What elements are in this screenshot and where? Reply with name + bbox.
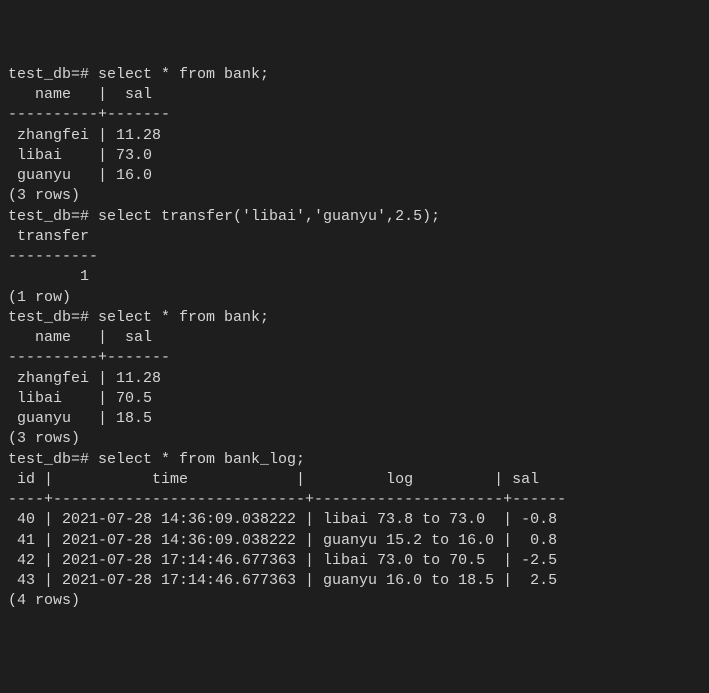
output-line: guanyu | 18.5	[8, 409, 701, 429]
separator-line: ----------	[8, 247, 701, 267]
prompt-line: test_db=# select transfer('libai','guany…	[8, 207, 701, 227]
output-line: 41 | 2021-07-28 14:36:09.038222 | guanyu…	[8, 531, 701, 551]
prompt-line: test_db=# select * from bank_log;	[8, 450, 701, 470]
output-line: 40 | 2021-07-28 14:36:09.038222 | libai …	[8, 510, 701, 530]
separator-line: ----+----------------------------+------…	[8, 490, 701, 510]
row-count-line: (4 rows)	[8, 591, 701, 611]
row-count-line: (1 row)	[8, 288, 701, 308]
output-line: 1	[8, 267, 701, 287]
output-line: guanyu | 16.0	[8, 166, 701, 186]
row-count-line: (3 rows)	[8, 429, 701, 449]
output-line: libai | 73.0	[8, 146, 701, 166]
output-line: id | time | log | sal	[8, 470, 701, 490]
output-line: zhangfei | 11.28	[8, 369, 701, 389]
output-line: zhangfei | 11.28	[8, 126, 701, 146]
separator-line: ----------+-------	[8, 348, 701, 368]
prompt-line: test_db=# select * from bank;	[8, 65, 701, 85]
output-line: 43 | 2021-07-28 17:14:46.677363 | guanyu…	[8, 571, 701, 591]
output-line: name | sal	[8, 85, 701, 105]
row-count-line: (3 rows)	[8, 186, 701, 206]
prompt-line: test_db=# select * from bank;	[8, 308, 701, 328]
separator-line: ----------+-------	[8, 105, 701, 125]
output-line: transfer	[8, 227, 701, 247]
output-line: name | sal	[8, 328, 701, 348]
terminal-output[interactable]: test_db=# select * from bank; name | sal…	[8, 65, 701, 612]
output-line: libai | 70.5	[8, 389, 701, 409]
output-line: 42 | 2021-07-28 17:14:46.677363 | libai …	[8, 551, 701, 571]
